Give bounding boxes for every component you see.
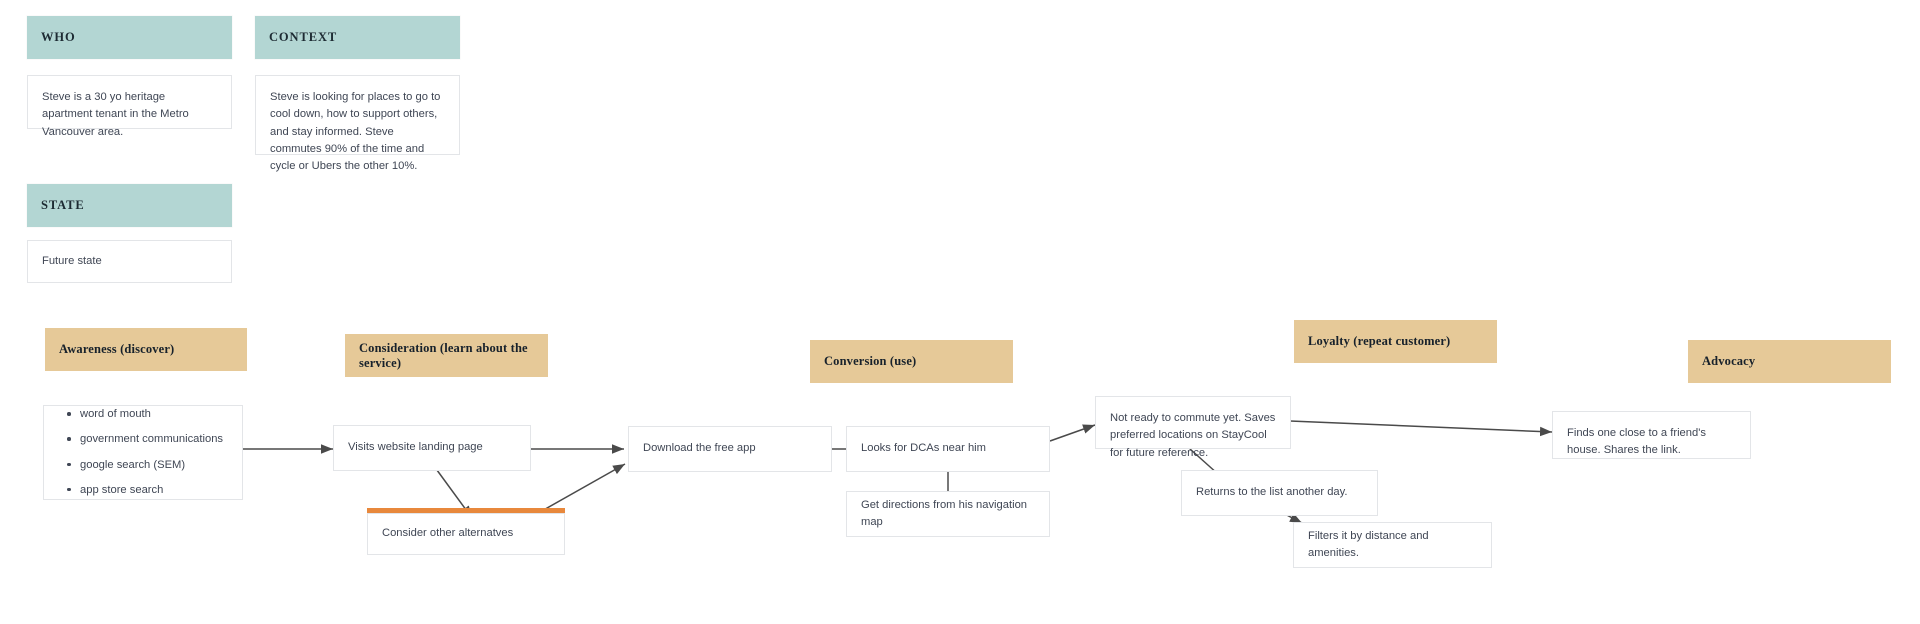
step-not-ready-to-commute-text: Not ready to commute yet. Saves preferre… — [1110, 412, 1276, 459]
step-get-directions-text: Get directions from his navigation map — [861, 498, 1028, 528]
step-consider-alternatives-text: Consider other alternatves — [382, 527, 514, 540]
arrow-dcas-to-not-ready — [1049, 424, 1096, 442]
context-card: Steve is looking for places to go to coo… — [255, 75, 460, 172]
list-item: app store search — [66, 483, 223, 498]
stage-label-conversion: Conversion (use) — [824, 354, 917, 368]
context-header-label: CONTEXT — [269, 30, 338, 44]
step-returns-to-list: Returns to the list another day. — [1181, 470, 1378, 516]
state-header: STATE — [27, 184, 232, 227]
list-item: government communications — [66, 432, 223, 447]
step-not-ready-to-commute: Not ready to commute yet. Saves preferre… — [1095, 396, 1291, 459]
step-shares-link-text: Finds one close to a friend's house. Sha… — [1567, 427, 1706, 457]
list-item: word of mouth — [66, 407, 223, 422]
stage-label-consideration: Consideration (learn about the service) — [359, 340, 528, 370]
stage-header-awareness: Awareness (discover) — [45, 328, 247, 371]
step-filters-list-text: Filters it by distance and amenities. — [1308, 529, 1429, 559]
step-download-app-text: Download the free app — [643, 442, 756, 455]
step-download-app: Download the free app — [628, 426, 832, 472]
state-card: Future state — [27, 240, 232, 283]
journey-map-canvas: WHO Steve is a 30 yo heritage apartment … — [0, 0, 1920, 624]
who-card-text: Steve is a 30 yo heritage apartment tena… — [42, 91, 189, 138]
step-returns-to-list-text: Returns to the list another day. — [1196, 486, 1348, 499]
step-get-directions: Get directions from his navigation map — [846, 491, 1050, 537]
step-visits-landing-page: Visits website landing page — [333, 425, 531, 471]
step-looks-for-dcas-text: Looks for DCAs near him — [861, 442, 986, 455]
state-header-label: STATE — [41, 198, 85, 212]
stage-header-conversion: Conversion (use) — [810, 340, 1013, 383]
step-visits-landing-page-text: Visits website landing page — [348, 441, 483, 454]
awareness-channels-list: word of mouth government communications … — [58, 407, 223, 497]
context-card-text: Steve is looking for places to go to coo… — [270, 91, 441, 173]
who-card: Steve is a 30 yo heritage apartment tena… — [27, 75, 232, 138]
step-consider-alternatives-body: Consider other alternatves — [367, 513, 565, 555]
arrow-alternatives-to-download — [539, 463, 626, 513]
stage-header-consideration: Consideration (learn about the service) — [345, 334, 548, 377]
who-header-label: WHO — [41, 30, 76, 44]
stage-header-loyalty: Loyalty (repeat customer) — [1294, 320, 1497, 363]
step-filters-list: Filters it by distance and amenities. — [1293, 522, 1492, 568]
arrow-not-ready-to-shares — [1289, 420, 1553, 437]
stage-label-loyalty: Loyalty (repeat customer) — [1308, 334, 1451, 348]
context-header: CONTEXT — [255, 16, 460, 59]
list-item: google search (SEM) — [66, 458, 223, 473]
stage-header-advocacy: Advocacy — [1688, 340, 1891, 383]
stage-label-awareness: Awareness (discover) — [59, 342, 175, 356]
step-shares-link: Finds one close to a friend's house. Sha… — [1552, 411, 1751, 459]
step-looks-for-dcas: Looks for DCAs near him — [846, 426, 1050, 472]
awareness-channels-card: word of mouth government communications … — [43, 405, 243, 500]
who-header: WHO — [27, 16, 232, 59]
step-consider-alternatives: Consider other alternatves — [367, 508, 565, 555]
state-card-text: Future state — [42, 254, 102, 267]
stage-label-advocacy: Advocacy — [1702, 354, 1756, 368]
